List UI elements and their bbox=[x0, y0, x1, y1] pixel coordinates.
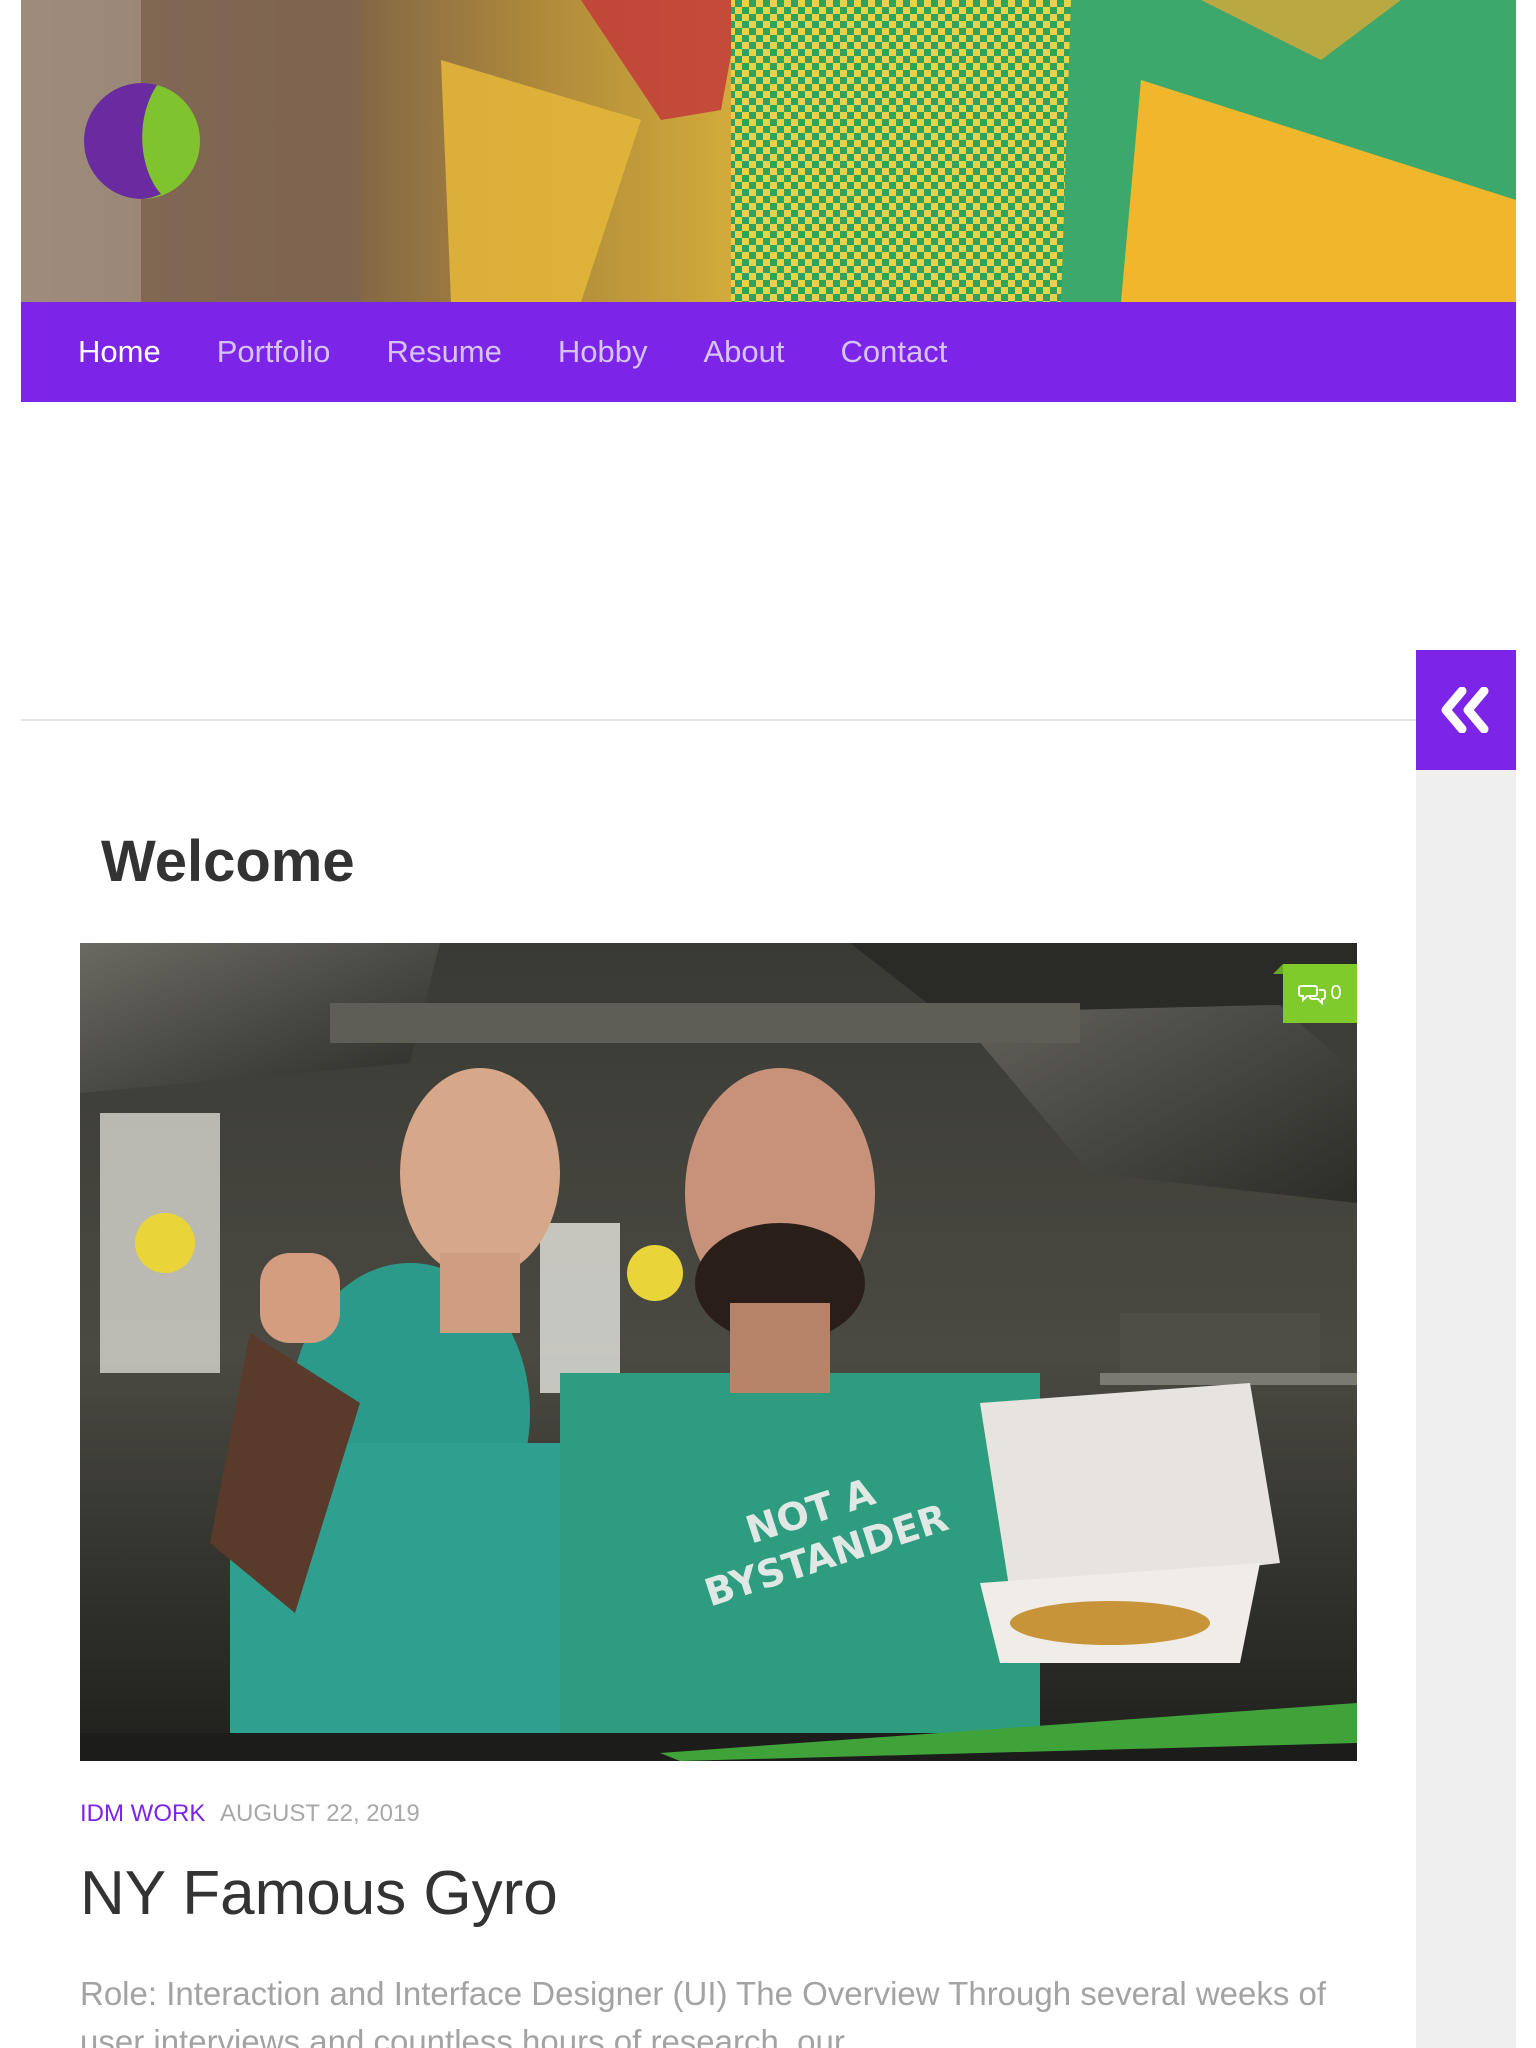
post-date: AUGUST 22, 2019 bbox=[220, 1800, 420, 1827]
nav-item-resume[interactable]: Resume bbox=[386, 334, 501, 370]
sidebar-toggle-button[interactable] bbox=[1416, 650, 1516, 770]
crescent-logo[interactable] bbox=[83, 82, 201, 200]
featured-image[interactable]: NOT A BYSTANDER 0 bbox=[80, 943, 1357, 1761]
banner-image bbox=[21, 0, 1516, 302]
sidebar bbox=[1416, 650, 1516, 2048]
post-title[interactable]: NY Famous Gyro bbox=[80, 1858, 558, 1929]
nav-item-contact[interactable]: Contact bbox=[841, 334, 948, 370]
header-banner bbox=[21, 0, 1516, 302]
nav-item-home[interactable]: Home bbox=[78, 334, 161, 370]
comment-count-badge[interactable]: 0 bbox=[1273, 964, 1357, 1023]
main-content: Welcome NOT A BYSTANDER 0 IDM WORK AUGUS… bbox=[21, 770, 1416, 2048]
main-nav: Home Portfolio Resume Hobby About Contac… bbox=[21, 302, 1516, 402]
post-meta: IDM WORK AUGUST 22, 2019 bbox=[80, 1800, 420, 1828]
page-title: Welcome bbox=[101, 829, 355, 894]
nav-list: Home Portfolio Resume Hobby About Contac… bbox=[21, 302, 1516, 402]
comment-bubbles-icon bbox=[1298, 984, 1327, 1005]
nav-item-portfolio[interactable]: Portfolio bbox=[217, 334, 331, 370]
double-chevron-left-icon bbox=[1441, 687, 1489, 733]
comment-count: 0 bbox=[1330, 982, 1342, 1004]
post-excerpt: Role: Interaction and Interface Designer… bbox=[80, 1975, 1327, 2048]
post-category-link[interactable]: IDM WORK bbox=[80, 1800, 205, 1827]
nav-item-hobby[interactable]: Hobby bbox=[558, 334, 648, 370]
page: Home Portfolio Resume Hobby About Contac… bbox=[0, 0, 1536, 2048]
divider bbox=[21, 719, 1416, 721]
featured-photo: NOT A BYSTANDER bbox=[80, 943, 1357, 1761]
nav-item-about[interactable]: About bbox=[703, 334, 784, 370]
